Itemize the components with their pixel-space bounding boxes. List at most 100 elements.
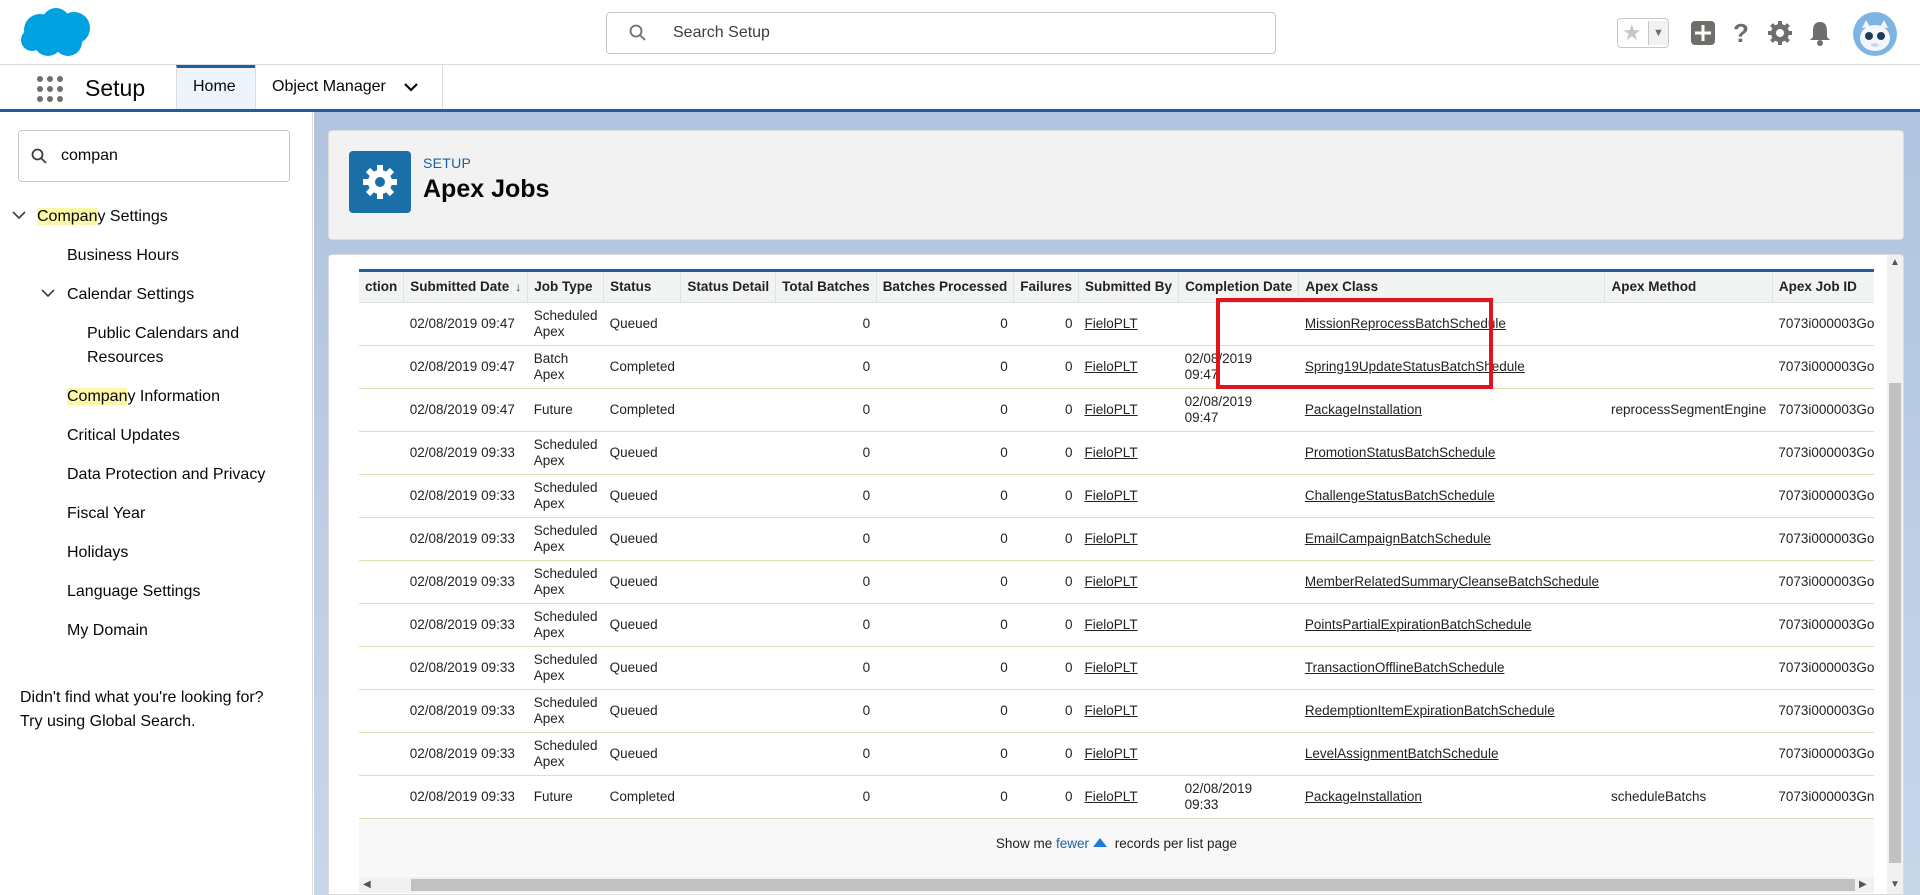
- column-header-completion-date[interactable]: Completion Date: [1178, 272, 1300, 303]
- apex-class-link[interactable]: MemberRelatedSummaryCleanseBatchSchedule: [1305, 574, 1599, 589]
- apex-class-link[interactable]: Spring19UpdateStatusBatchShedule: [1305, 359, 1525, 374]
- apex-job-id-cell: 7073i000003GoFx: [1772, 732, 1874, 776]
- chevron-down-icon[interactable]: [404, 82, 419, 92]
- batches-processed-cell: 0: [876, 302, 1014, 346]
- column-header-label: Status: [610, 279, 652, 295]
- vertical-scrollbar[interactable]: ▲ ▼: [1887, 255, 1903, 894]
- help-icon[interactable]: ?: [1726, 18, 1756, 48]
- sidebar-item-language-settings[interactable]: Language Settings: [67, 580, 200, 604]
- favorites-button[interactable]: ★ ▼: [1617, 18, 1669, 48]
- column-header-label: Failures: [1020, 279, 1073, 295]
- apex-class-link[interactable]: PackageInstallation: [1305, 402, 1422, 417]
- apex-class-link[interactable]: PointsPartialExpirationBatchSchedule: [1305, 617, 1532, 632]
- column-header-apex-class[interactable]: Apex Class: [1298, 272, 1606, 303]
- sidebar-item-fiscal-year[interactable]: Fiscal Year: [67, 502, 145, 526]
- chevron-down-icon[interactable]: ▼: [1648, 21, 1668, 45]
- tab-home-label: Home: [193, 78, 236, 95]
- submitted-date-cell: 02/08/2019 09:33: [403, 689, 528, 733]
- horizontal-scroll-thumb[interactable]: [411, 879, 1855, 891]
- status-detail-cell: [680, 775, 776, 819]
- chevron-down-icon[interactable]: [41, 288, 55, 298]
- column-header-failures[interactable]: Failures: [1013, 272, 1080, 303]
- apex-class-link[interactable]: PackageInstallation: [1305, 789, 1422, 804]
- column-header-submitted-by[interactable]: Submitted By: [1078, 272, 1180, 303]
- submitted-by-link[interactable]: FieloPLT: [1085, 789, 1138, 804]
- submitted-by-link[interactable]: FieloPLT: [1085, 660, 1138, 675]
- sidebar-item-data-protection[interactable]: Data Protection and Privacy: [67, 463, 265, 487]
- apex-class-link[interactable]: EmailCampaignBatchSchedule: [1305, 531, 1491, 546]
- star-icon[interactable]: ★: [1622, 21, 1642, 45]
- quick-find-box[interactable]: [18, 130, 290, 182]
- scroll-up-icon[interactable]: ▲: [1890, 257, 1900, 268]
- apex-class-link[interactable]: TransactionOfflineBatchSchedule: [1305, 660, 1505, 675]
- submitted-by-link[interactable]: FieloPLT: [1085, 574, 1138, 589]
- status-cell: Queued: [603, 603, 681, 647]
- sidebar-item-business-hours[interactable]: Business Hours: [67, 244, 179, 268]
- submitted-by-link[interactable]: FieloPLT: [1085, 703, 1138, 718]
- sidebar-item-company-information[interactable]: Company Information: [67, 385, 220, 409]
- notification-bell-icon[interactable]: [1805, 18, 1835, 48]
- apex-class-cell: EmailCampaignBatchSchedule: [1298, 517, 1605, 561]
- sort-descending-icon[interactable]: ↓: [515, 280, 521, 294]
- column-header-apex-job-id[interactable]: Apex Job ID: [1772, 272, 1874, 303]
- submitted-by-link[interactable]: FieloPLT: [1085, 488, 1138, 503]
- submitted-by-link[interactable]: FieloPLT: [1085, 316, 1138, 331]
- column-header-total-batches[interactable]: Total Batches: [775, 272, 877, 303]
- apex-class-link[interactable]: MissionReprocessBatchSchedule: [1305, 316, 1506, 331]
- global-search-box[interactable]: [606, 12, 1276, 54]
- apex-jobs-list: ction Submitted Date ↓ Job Type Status Status…: [359, 269, 1874, 877]
- sidebar-item-calendar-settings[interactable]: Calendar Settings: [67, 283, 194, 307]
- column-header-submitted-date[interactable]: Submitted Date ↓: [403, 272, 529, 303]
- failures-cell: 0: [1013, 646, 1079, 690]
- global-search-input[interactable]: [671, 21, 1251, 45]
- app-launcher-icon[interactable]: [36, 75, 64, 103]
- submitted-by-link[interactable]: FieloPLT: [1085, 531, 1138, 546]
- apex-class-link[interactable]: RedemptionItemExpirationBatchSchedule: [1305, 703, 1555, 718]
- completion-date-cell: [1178, 646, 1299, 690]
- apex-class-cell: PackageInstallation: [1298, 388, 1605, 432]
- sidebar-item-critical-updates[interactable]: Critical Updates: [67, 424, 180, 448]
- horizontal-scrollbar[interactable]: ◀ ▶: [359, 877, 1874, 893]
- submitted-date-cell: 02/08/2019 09:33: [403, 517, 528, 561]
- apex-job-id-cell: 7073i000003GoG0: [1772, 517, 1874, 561]
- tab-object-manager[interactable]: Object Manager: [255, 65, 443, 109]
- page-title: Apex Jobs: [423, 175, 550, 203]
- quick-find-input[interactable]: [59, 145, 279, 167]
- column-header-job-type[interactable]: Job Type: [527, 272, 605, 303]
- apex-method-cell: [1604, 603, 1773, 647]
- triangle-up-icon[interactable]: [1092, 838, 1107, 847]
- column-header-action[interactable]: ction: [359, 272, 405, 303]
- svg-text:?: ?: [1733, 18, 1749, 48]
- status-cell: Queued: [603, 517, 681, 561]
- tab-home[interactable]: Home: [176, 65, 255, 109]
- sidebar-item-my-domain[interactable]: My Domain: [67, 619, 148, 643]
- scroll-left-icon[interactable]: ◀: [363, 879, 371, 890]
- gear-icon[interactable]: [1765, 18, 1795, 48]
- column-header-apex-method[interactable]: Apex Method: [1604, 272, 1773, 303]
- column-header-status[interactable]: Status: [603, 272, 682, 303]
- sidebar-item-public-calendars[interactable]: Public Calendars and Resources: [87, 322, 239, 370]
- submitted-by-link[interactable]: FieloPLT: [1085, 445, 1138, 460]
- apex-class-link[interactable]: PromotionStatusBatchSchedule: [1305, 445, 1496, 460]
- vertical-scroll-thumb[interactable]: [1889, 383, 1901, 863]
- submitted-by-link[interactable]: FieloPLT: [1085, 402, 1138, 417]
- submitted-by-link[interactable]: FieloPLT: [1085, 359, 1138, 374]
- submitted-by-link[interactable]: FieloPLT: [1085, 746, 1138, 761]
- job-type-line1: Scheduled: [533, 737, 598, 753]
- submitted-date-cell: 02/08/2019 09:47: [403, 388, 528, 432]
- scroll-right-icon[interactable]: ▶: [1859, 879, 1867, 890]
- setup-gear-icon: [349, 151, 411, 213]
- column-header-batches-processed[interactable]: Batches Processed: [876, 272, 1015, 303]
- submitted-by-link[interactable]: FieloPLT: [1085, 617, 1138, 632]
- scroll-down-icon[interactable]: ▼: [1890, 879, 1900, 890]
- sidebar-item-holidays[interactable]: Holidays: [67, 541, 128, 565]
- column-header-status-detail[interactable]: Status Detail: [680, 272, 777, 303]
- show-fewer-link[interactable]: fewer: [1056, 836, 1089, 851]
- apex-class-link[interactable]: ChallengeStatusBatchSchedule: [1305, 488, 1495, 503]
- chevron-down-icon[interactable]: [12, 210, 26, 220]
- sidebar-item-company-settings[interactable]: Company Settings: [37, 205, 168, 229]
- salesforce-logo[interactable]: [18, 6, 94, 60]
- add-icon[interactable]: [1688, 18, 1718, 48]
- apex-class-link[interactable]: LevelAssignmentBatchSchedule: [1305, 746, 1499, 761]
- user-avatar[interactable]: [1853, 12, 1897, 56]
